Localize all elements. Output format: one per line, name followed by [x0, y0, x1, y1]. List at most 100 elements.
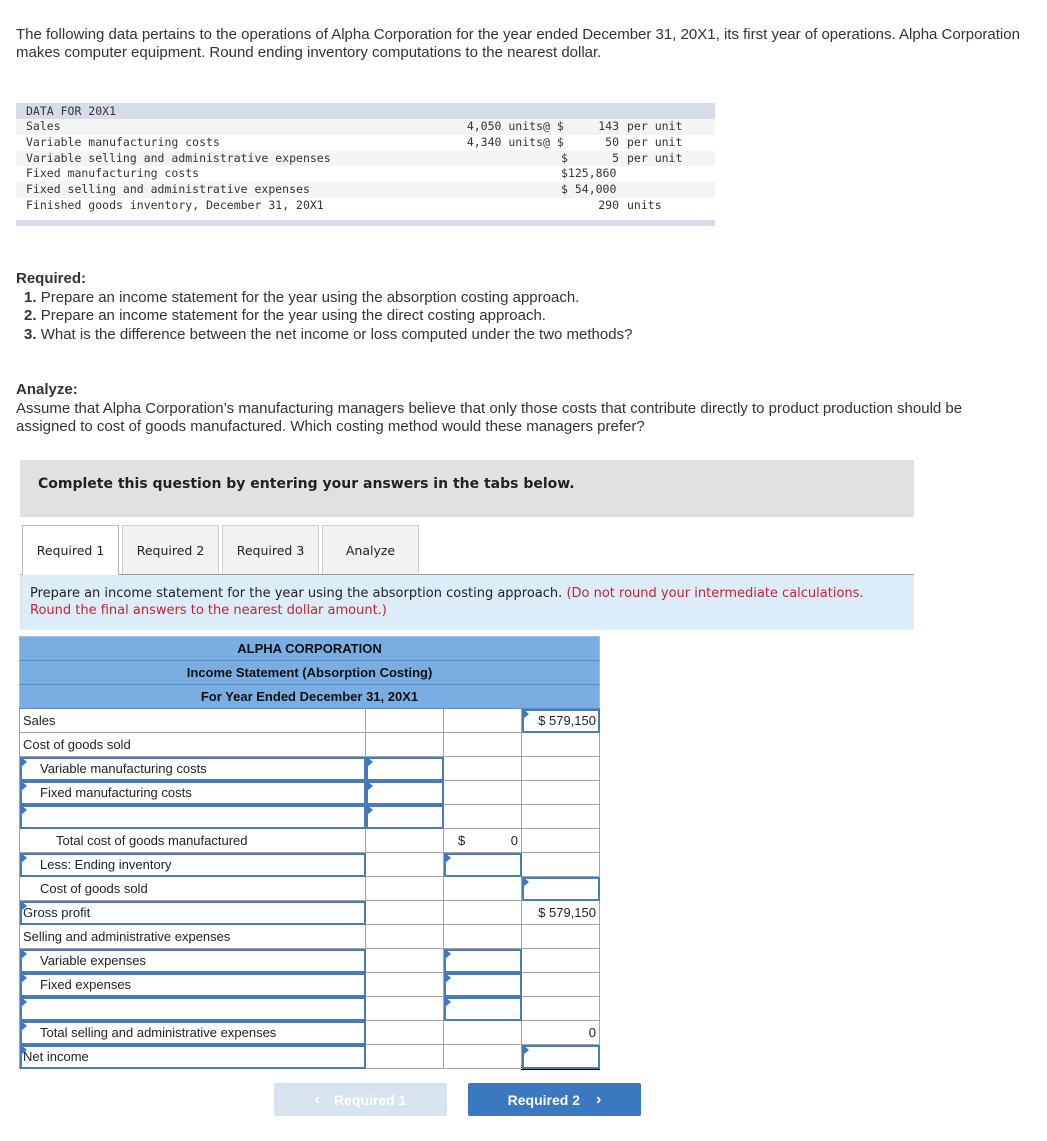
data-table: DATA FOR 20X1 Sales 4,050 units @ $ 143 …	[16, 103, 715, 226]
blank-expenses-label-input[interactable]	[19, 996, 366, 1021]
data-row-label: Finished goods inventory, December 31, 2…	[26, 197, 324, 212]
statement-row-total-sga: Total selling and administrative expense…	[19, 1020, 600, 1045]
gross-profit-value: $ 579,150	[521, 900, 600, 925]
data-row-at: $	[561, 150, 568, 165]
statement-row-fixed-expenses: Fixed expenses	[19, 972, 600, 997]
total-sga-label-input[interactable]: Total selling and administrative expense…	[19, 1020, 366, 1045]
statement-row-variable-expenses: Variable expenses	[19, 948, 600, 973]
data-row-at: @ $	[543, 119, 564, 133]
cell	[365, 732, 444, 757]
chevron-right-icon: ›	[596, 1090, 602, 1108]
variable-expenses-label-input[interactable]: Variable expenses	[19, 948, 366, 973]
data-row-label: Sales	[26, 119, 61, 133]
total-sga-value: 0	[521, 1020, 600, 1045]
data-row-units: 4,340 units	[466, 134, 543, 149]
required-item-number: 3.	[24, 325, 37, 343]
required-item-text: Prepare an income statement for the year…	[40, 307, 546, 324]
statement-row-sga-heading: Selling and administrative expenses	[19, 924, 600, 949]
tab-required-3[interactable]: Required 3	[222, 525, 319, 574]
cell	[365, 924, 444, 949]
tab-analyze[interactable]: Analyze	[322, 525, 419, 574]
total-cogm-amount: 0	[510, 833, 518, 848]
variable-expenses-amount-input[interactable]	[443, 948, 522, 973]
data-row-per: per unit	[627, 134, 683, 149]
data-row: Variable manufacturing costs 4,340 units…	[16, 134, 715, 151]
cell	[521, 756, 600, 781]
sales-amount-input[interactable]: $ 579,150	[521, 708, 600, 733]
data-row: Variable selling and administrative expe…	[16, 150, 715, 167]
fixed-expenses-amount-input[interactable]	[443, 972, 522, 997]
cell	[521, 948, 600, 973]
data-row: Fixed selling and administrative expense…	[16, 182, 715, 198]
instruction-text: Complete this question by entering your …	[38, 476, 575, 492]
gross-profit-label-input[interactable]: Gross profit	[19, 900, 366, 925]
cell	[443, 1020, 522, 1045]
required-item-text: Prepare an income statement for the year…	[40, 288, 580, 306]
statement-title: Income Statement (Absorption Costing)	[19, 660, 600, 685]
cell	[365, 972, 444, 997]
data-row-label: Variable selling and administrative expe…	[26, 150, 331, 165]
currency-symbol: $	[458, 833, 466, 848]
prev-button-label: Required 1	[333, 1091, 407, 1108]
cell	[365, 1020, 444, 1045]
analyze-section: Analyze: Assume that Alpha Corporation’s…	[16, 381, 1026, 437]
cell	[365, 996, 444, 1021]
net-income-label-input[interactable]: Net income	[19, 1044, 366, 1069]
statement-row-fixed-mfg: Fixed manufacturing costs	[19, 780, 600, 805]
statement-row-blank-expenses	[19, 996, 600, 1021]
blank-mfg-amount-input[interactable]	[365, 804, 444, 829]
cell	[521, 780, 600, 805]
required-item-text: What is the difference between the net i…	[40, 325, 633, 343]
cell	[443, 900, 522, 925]
statement-row-cogs: Cost of goods sold	[19, 876, 600, 901]
cell	[521, 852, 600, 877]
cell	[365, 1044, 444, 1069]
ending-inventory-label-input[interactable]: Less: Ending inventory	[19, 852, 366, 877]
cell	[521, 996, 600, 1021]
statement-row-total-cogm: Total cost of goods manufactured $0	[19, 828, 600, 853]
data-row-per: per unit	[627, 150, 683, 165]
row-label: Total cost of goods manufactured	[19, 828, 366, 853]
next-button-label: Required 2	[507, 1091, 581, 1108]
row-label: Sales	[19, 708, 366, 733]
required-section: Required: 1. Prepare an income statement…	[16, 270, 1026, 344]
data-table-footer	[16, 219, 715, 226]
cell	[365, 708, 444, 733]
problem-intro: The following data pertains to the opera…	[16, 26, 1020, 61]
statement-company: ALPHA CORPORATION	[19, 636, 600, 661]
fixed-mfg-amount-input[interactable]	[365, 780, 444, 805]
fixed-mfg-label-input[interactable]: Fixed manufacturing costs	[19, 780, 366, 805]
net-income-amount-input[interactable]	[521, 1044, 600, 1070]
next-required-button[interactable]: Required 2 ›	[468, 1083, 641, 1116]
analyze-heading: Analyze:	[16, 381, 78, 398]
blank-mfg-label-input[interactable]	[19, 804, 366, 829]
cell	[365, 852, 444, 877]
variable-mfg-amount-input[interactable]	[365, 756, 444, 781]
data-row-amount: $125,860	[561, 166, 617, 181]
cogs-amount-input[interactable]	[521, 876, 600, 901]
tab-required-2[interactable]: Required 2	[122, 525, 219, 574]
cell	[365, 828, 444, 853]
blank-expenses-amount-input[interactable]	[443, 996, 522, 1021]
cell	[443, 756, 522, 781]
prev-required-button[interactable]: ‹ Required 1	[274, 1083, 447, 1116]
cell	[521, 924, 600, 949]
statement-period: For Year Ended December 31, 20X1	[19, 684, 600, 709]
fixed-expenses-label-input[interactable]: Fixed expenses	[19, 972, 366, 997]
data-row-per: units	[627, 197, 662, 212]
data-row-label: Fixed selling and administrative expense…	[26, 182, 310, 197]
tab-required-1[interactable]: Required 1	[22, 525, 119, 575]
data-row-label: Fixed manufacturing costs	[26, 166, 200, 181]
required-item: 1. Prepare an income statement for the y…	[24, 289, 1026, 308]
variable-mfg-label-input[interactable]: Variable manufacturing costs	[19, 756, 366, 781]
ending-inventory-amount-input[interactable]	[443, 852, 522, 877]
data-row-amount: 5	[612, 150, 619, 165]
cell	[443, 708, 522, 733]
cell	[443, 780, 522, 805]
total-cogm-value: $0	[443, 828, 522, 853]
statement-row-sales: Sales $ 579,150	[19, 708, 600, 733]
row-label: Cost of goods sold	[19, 732, 366, 757]
required-heading: Required:	[16, 270, 87, 287]
data-table-header: DATA FOR 20X1	[16, 103, 715, 119]
cell	[365, 900, 444, 925]
